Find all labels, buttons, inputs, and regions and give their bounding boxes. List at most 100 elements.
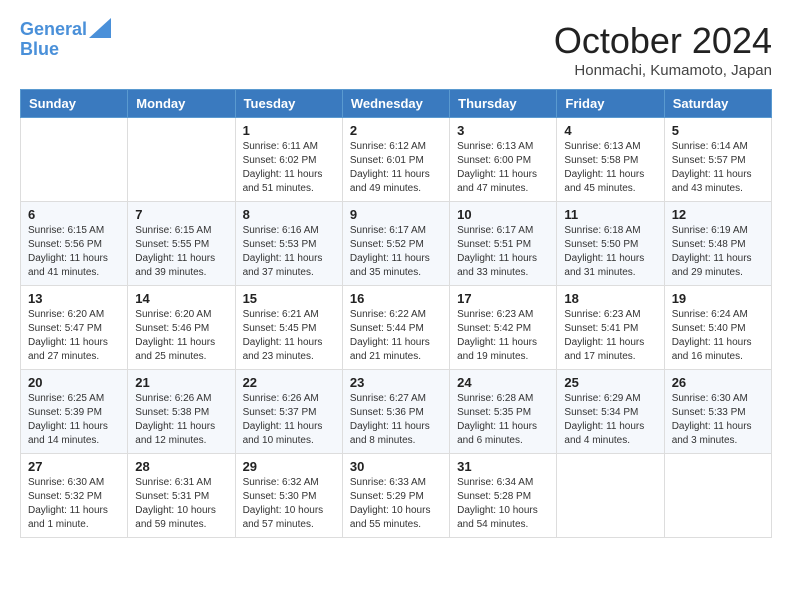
day-info-text: Sunrise: 6:23 AM Sunset: 5:41 PM Dayligh…	[564, 308, 656, 364]
day-number: 18	[564, 291, 656, 306]
day-info-text: Sunrise: 6:27 AM Sunset: 5:36 PM Dayligh…	[350, 392, 442, 448]
calendar-cell: 26Sunrise: 6:30 AM Sunset: 5:33 PM Dayli…	[664, 370, 771, 454]
calendar-cell: 8 Sunrise: 6:16 AM Sunset: 5:53 PM Daylig…	[235, 202, 342, 286]
calendar-cell: 3 Sunrise: 6:13 AM Sunset: 6:00 PM Daylig…	[450, 118, 557, 202]
calendar-cell: 22 Sunrise: 6:26 AM Sunset: 5:37 PM Dayli…	[235, 370, 342, 454]
calendar-cell: 2 Sunrise: 6:12 AM Sunset: 6:01 PM Daylig…	[342, 118, 449, 202]
day-info-text: Sunrise: 6:13 AM Sunset: 5:58 PM Dayligh…	[564, 140, 656, 196]
day-info-text: Sunrise: 6:15 AM Sunset: 5:55 PM Dayligh…	[135, 224, 227, 280]
calendar-cell: 16 Sunrise: 6:22 AM Sunset: 5:44 PM Dayli…	[342, 286, 449, 370]
day-number: 20	[28, 375, 120, 390]
day-number: 25	[564, 375, 656, 390]
calendar-week-row: 27 Sunrise: 6:30 AM Sunset: 5:32 PM Dayli…	[21, 454, 772, 538]
calendar-week-row: 13 Sunrise: 6:20 AM Sunset: 5:47 PM Dayli…	[21, 286, 772, 370]
calendar-cell: 30 Sunrise: 6:33 AM Sunset: 5:29 PM Dayli…	[342, 454, 449, 538]
day-number: 21	[135, 375, 227, 390]
day-number: 6	[28, 207, 120, 222]
day-info-text: Sunrise: 6:20 AM Sunset: 5:46 PM Dayligh…	[135, 308, 227, 364]
day-of-week-header: Thursday	[450, 90, 557, 118]
day-number: 9	[350, 207, 442, 222]
day-info-text: Sunrise: 6:12 AM Sunset: 6:01 PM Dayligh…	[350, 140, 442, 196]
calendar-cell: 29 Sunrise: 6:32 AM Sunset: 5:30 PM Dayli…	[235, 454, 342, 538]
day-of-week-header: Saturday	[664, 90, 771, 118]
day-info-text: Sunrise: 6:21 AM Sunset: 5:45 PM Dayligh…	[243, 308, 335, 364]
day-number: 5	[672, 123, 764, 138]
logo-arrow-icon	[89, 18, 111, 38]
calendar-week-row: 20 Sunrise: 6:25 AM Sunset: 5:39 PM Dayli…	[21, 370, 772, 454]
day-info-text: Sunrise: 6:30 AM Sunset: 5:33 PM Dayligh…	[672, 392, 764, 448]
day-info-text: Sunrise: 6:20 AM Sunset: 5:47 PM Dayligh…	[28, 308, 120, 364]
calendar-cell: 4Sunrise: 6:13 AM Sunset: 5:58 PM Daylig…	[557, 118, 664, 202]
calendar-cell: 15 Sunrise: 6:21 AM Sunset: 5:45 PM Dayli…	[235, 286, 342, 370]
day-number: 29	[243, 459, 335, 474]
logo: General Blue	[20, 20, 111, 60]
location-subtitle: Honmachi, Kumamoto, Japan	[554, 62, 772, 79]
day-of-week-header: Wednesday	[342, 90, 449, 118]
day-number: 23	[350, 375, 442, 390]
day-number: 30	[350, 459, 442, 474]
calendar-cell: 14 Sunrise: 6:20 AM Sunset: 5:46 PM Dayli…	[128, 286, 235, 370]
day-number: 12	[672, 207, 764, 222]
day-info-text: Sunrise: 6:31 AM Sunset: 5:31 PM Dayligh…	[135, 476, 227, 532]
day-info-text: Sunrise: 6:15 AM Sunset: 5:56 PM Dayligh…	[28, 224, 120, 280]
day-info-text: Sunrise: 6:19 AM Sunset: 5:48 PM Dayligh…	[672, 224, 764, 280]
calendar-cell: 10 Sunrise: 6:17 AM Sunset: 5:51 PM Dayli…	[450, 202, 557, 286]
calendar-table: SundayMondayTuesdayWednesdayThursdayFrid…	[20, 89, 772, 538]
page-header: General Blue October 2024 Honmachi, Kuma…	[20, 20, 772, 79]
day-info-text: Sunrise: 6:25 AM Sunset: 5:39 PM Dayligh…	[28, 392, 120, 448]
calendar-cell: 27 Sunrise: 6:30 AM Sunset: 5:32 PM Dayli…	[21, 454, 128, 538]
day-number: 7	[135, 207, 227, 222]
day-info-text: Sunrise: 6:28 AM Sunset: 5:35 PM Dayligh…	[457, 392, 549, 448]
calendar-cell: 12 Sunrise: 6:19 AM Sunset: 5:48 PM Dayli…	[664, 202, 771, 286]
logo-text-general: General	[20, 20, 87, 40]
day-number: 16	[350, 291, 442, 306]
calendar-cell: 9 Sunrise: 6:17 AM Sunset: 5:52 PM Daylig…	[342, 202, 449, 286]
day-info-text: Sunrise: 6:17 AM Sunset: 5:52 PM Dayligh…	[350, 224, 442, 280]
calendar-cell: 11Sunrise: 6:18 AM Sunset: 5:50 PM Dayli…	[557, 202, 664, 286]
calendar-cell: 23 Sunrise: 6:27 AM Sunset: 5:36 PM Dayli…	[342, 370, 449, 454]
day-info-text: Sunrise: 6:33 AM Sunset: 5:29 PM Dayligh…	[350, 476, 442, 532]
calendar-cell: 5 Sunrise: 6:14 AM Sunset: 5:57 PM Daylig…	[664, 118, 771, 202]
day-number: 10	[457, 207, 549, 222]
month-title: October 2024	[554, 20, 772, 62]
calendar-week-row: 1Sunrise: 6:11 AM Sunset: 6:02 PM Daylig…	[21, 118, 772, 202]
calendar-cell: 1Sunrise: 6:11 AM Sunset: 6:02 PM Daylig…	[235, 118, 342, 202]
day-number: 8	[243, 207, 335, 222]
day-info-text: Sunrise: 6:22 AM Sunset: 5:44 PM Dayligh…	[350, 308, 442, 364]
calendar-cell: 24 Sunrise: 6:28 AM Sunset: 5:35 PM Dayli…	[450, 370, 557, 454]
calendar-cell	[21, 118, 128, 202]
day-number: 22	[243, 375, 335, 390]
calendar-cell: 7 Sunrise: 6:15 AM Sunset: 5:55 PM Daylig…	[128, 202, 235, 286]
day-info-text: Sunrise: 6:29 AM Sunset: 5:34 PM Dayligh…	[564, 392, 656, 448]
day-number: 11	[564, 207, 656, 222]
day-info-text: Sunrise: 6:23 AM Sunset: 5:42 PM Dayligh…	[457, 308, 549, 364]
day-number: 27	[28, 459, 120, 474]
logo-text-blue: Blue	[20, 40, 59, 60]
day-info-text: Sunrise: 6:13 AM Sunset: 6:00 PM Dayligh…	[457, 140, 549, 196]
day-number: 13	[28, 291, 120, 306]
day-number: 3	[457, 123, 549, 138]
day-number: 14	[135, 291, 227, 306]
day-number: 31	[457, 459, 549, 474]
calendar-cell: 13 Sunrise: 6:20 AM Sunset: 5:47 PM Dayli…	[21, 286, 128, 370]
calendar-week-row: 6 Sunrise: 6:15 AM Sunset: 5:56 PM Daylig…	[21, 202, 772, 286]
day-number: 2	[350, 123, 442, 138]
day-info-text: Sunrise: 6:14 AM Sunset: 5:57 PM Dayligh…	[672, 140, 764, 196]
day-info-text: Sunrise: 6:16 AM Sunset: 5:53 PM Dayligh…	[243, 224, 335, 280]
calendar-cell: 17Sunrise: 6:23 AM Sunset: 5:42 PM Dayli…	[450, 286, 557, 370]
calendar-cell: 25 Sunrise: 6:29 AM Sunset: 5:34 PM Dayli…	[557, 370, 664, 454]
day-number: 15	[243, 291, 335, 306]
calendar-cell: 28Sunrise: 6:31 AM Sunset: 5:31 PM Dayli…	[128, 454, 235, 538]
day-info-text: Sunrise: 6:26 AM Sunset: 5:37 PM Dayligh…	[243, 392, 335, 448]
day-number: 24	[457, 375, 549, 390]
day-info-text: Sunrise: 6:32 AM Sunset: 5:30 PM Dayligh…	[243, 476, 335, 532]
day-of-week-header: Sunday	[21, 90, 128, 118]
day-info-text: Sunrise: 6:24 AM Sunset: 5:40 PM Dayligh…	[672, 308, 764, 364]
calendar-header-row: SundayMondayTuesdayWednesdayThursdayFrid…	[21, 90, 772, 118]
calendar-cell: 18 Sunrise: 6:23 AM Sunset: 5:41 PM Dayli…	[557, 286, 664, 370]
calendar-cell	[128, 118, 235, 202]
calendar-cell	[557, 454, 664, 538]
day-info-text: Sunrise: 6:30 AM Sunset: 5:32 PM Dayligh…	[28, 476, 120, 532]
day-info-text: Sunrise: 6:17 AM Sunset: 5:51 PM Dayligh…	[457, 224, 549, 280]
day-info-text: Sunrise: 6:34 AM Sunset: 5:28 PM Dayligh…	[457, 476, 549, 532]
